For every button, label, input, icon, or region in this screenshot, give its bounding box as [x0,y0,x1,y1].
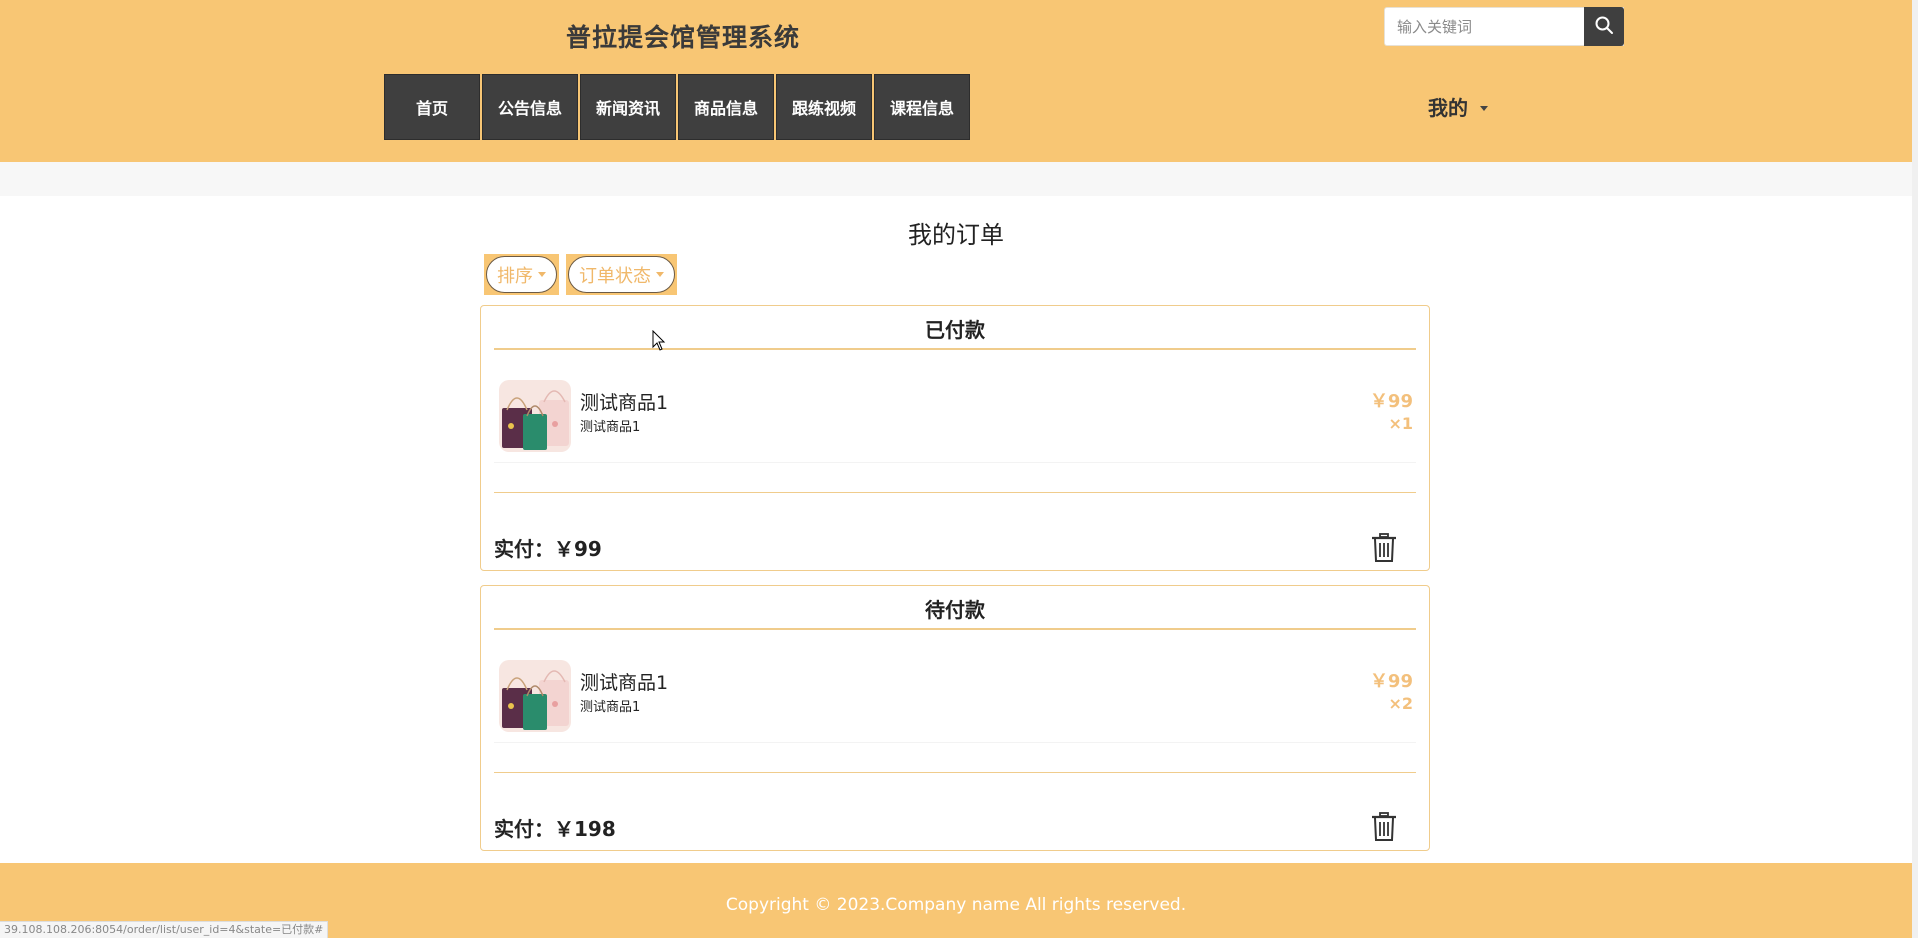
main-nav: 首页 公告信息 新闻资讯 商品信息 跟练视频 课程信息 [384,74,970,140]
browser-status-url: 39.108.108.206:8054/order/list/user_id=4… [0,921,329,938]
product-image[interactable] [499,660,571,732]
order-status-pill[interactable]: 订单状态 [568,256,675,293]
product-price: ￥99 [1369,391,1413,412]
sub-header-band [0,162,1912,196]
product-subtitle: 测试商品1 [580,420,641,435]
nav-item-videos[interactable]: 跟练视频 [776,74,872,140]
order-status: 待付款 [494,594,1416,630]
divider [494,492,1416,493]
paid-amount: ￥198 [554,817,616,841]
paid-total: 实付：￥99 [494,533,602,562]
product-name[interactable]: 测试商品1 [580,388,668,415]
order-status: 已付款 [494,314,1416,350]
order-status-dropdown[interactable]: 订单状态 [566,254,677,295]
sort-pill[interactable]: 排序 [486,256,557,293]
my-account-label: 我的 [1428,96,1468,120]
nav-item-home[interactable]: 首页 [384,74,480,140]
site-header: 普拉提会馆管理系统 首页 公告信息 新闻资讯 商品信息 跟练视频 课程信息 我的 [0,0,1912,162]
trash-icon [1371,533,1397,567]
delete-order-button[interactable] [1371,533,1397,563]
my-account-dropdown[interactable]: 我的 [1428,92,1488,121]
search-icon [1594,15,1614,39]
page-scrollbar[interactable] [1912,0,1918,938]
paid-label: 实付： [494,537,554,561]
order-card: 已付款 测试商品1 测试商品1 ￥99 ×1 实付：￥99 [480,305,1430,571]
sort-dropdown[interactable]: 排序 [484,254,559,295]
delete-order-button[interactable] [1371,812,1397,842]
product-image[interactable] [499,380,571,452]
order-card: 待付款 测试商品1 测试商品1 ￥99 ×2 实付：￥198 [480,585,1430,851]
product-name[interactable]: 测试商品1 [580,668,668,695]
page-title: 我的订单 [908,221,1004,249]
mouse-cursor-icon [652,329,666,352]
copyright-text: Copyright © 2023.Company name All rights… [725,895,1187,915]
paid-total: 实付：￥198 [494,813,616,842]
order-status-label: 订单状态 [579,265,651,287]
chevron-down-icon [656,272,664,277]
sort-label: 排序 [497,265,533,287]
chevron-down-icon [538,272,546,277]
site-title: 普拉提会馆管理系统 [566,23,801,52]
product-price: ￥99 [1369,671,1413,692]
nav-item-courses[interactable]: 课程信息 [874,74,970,140]
product-quantity: ×2 [1388,694,1413,713]
divider [494,772,1416,773]
nav-item-products[interactable]: 商品信息 [678,74,774,140]
trash-icon [1371,812,1397,846]
order-product-row[interactable]: 测试商品1 测试商品1 ￥99 ×2 [494,660,1416,743]
chevron-down-icon [1480,105,1488,111]
paid-label: 实付： [494,817,554,841]
search-button[interactable] [1584,7,1624,46]
nav-item-notices[interactable]: 公告信息 [482,74,578,140]
nav-item-news[interactable]: 新闻资讯 [580,74,676,140]
product-quantity: ×1 [1388,414,1413,433]
paid-amount: ￥99 [554,537,602,561]
product-subtitle: 测试商品1 [580,700,641,715]
order-product-row[interactable]: 测试商品1 测试商品1 ￥99 ×1 [494,380,1416,463]
